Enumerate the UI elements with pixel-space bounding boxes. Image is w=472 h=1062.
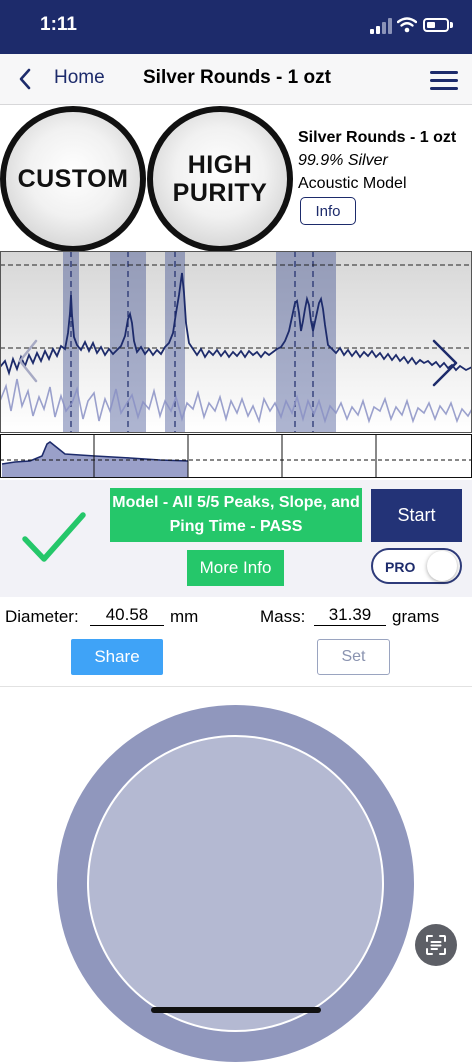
battery-icon — [423, 18, 449, 32]
pro-toggle[interactable]: PRO — [371, 548, 462, 584]
cellular-signal-icon — [370, 18, 392, 34]
menu-bar-top — [430, 71, 458, 74]
page-title: Silver Rounds - 1 ozt — [143, 67, 331, 88]
peak-window-4 — [276, 251, 296, 433]
pro-toggle-label: PRO — [385, 559, 416, 575]
wifi-icon — [397, 17, 417, 33]
menu-bar-middle — [430, 79, 458, 82]
diameter-unit: mm — [170, 607, 199, 626]
ping-time-graph — [0, 434, 472, 478]
coin-face — [87, 735, 384, 1032]
high-purity-badge-line1: HIGH — [187, 151, 253, 179]
frequency-spectrum-graph — [0, 251, 472, 433]
mass-unit: grams — [392, 607, 440, 626]
status-time: 1:11 — [40, 14, 77, 35]
hamburger-menu-icon[interactable] — [430, 71, 458, 91]
high-purity-badge: HIGH PURITY — [147, 106, 293, 252]
model-type: Acoustic Model — [298, 175, 407, 192]
result-banner: Model - All 5/5 Peaks, Slope, and Ping T… — [110, 488, 362, 542]
custom-badge-text: CUSTOM — [17, 165, 129, 193]
home-indicator — [151, 1007, 321, 1013]
custom-badge: CUSTOM — [0, 106, 146, 252]
mass-field[interactable]: 31.39 — [314, 605, 386, 626]
diameter-field[interactable]: 40.58 — [90, 605, 164, 626]
battery-tip — [450, 22, 453, 28]
back-home-link[interactable]: Home — [54, 67, 105, 89]
checkmark-icon — [22, 512, 86, 562]
info-button[interactable]: Info — [300, 197, 356, 225]
share-button[interactable]: Share — [71, 639, 163, 675]
more-info-button[interactable]: More Info — [187, 550, 284, 586]
mass-label: Mass: — [260, 607, 306, 626]
battery-level — [427, 22, 435, 28]
set-button[interactable]: Set — [317, 639, 390, 675]
text-scan-button[interactable] — [415, 924, 457, 966]
chevron-left-icon[interactable] — [18, 67, 32, 91]
start-button[interactable]: Start — [371, 489, 462, 542]
model-name: Silver Rounds - 1 ozt — [298, 129, 457, 146]
text-scan-icon — [426, 935, 446, 955]
section-divider — [0, 686, 472, 687]
pro-toggle-knob — [427, 551, 457, 581]
high-purity-badge-line2: PURITY — [172, 179, 268, 207]
menu-bar-bottom — [430, 87, 458, 90]
model-purity: 99.9% Silver — [298, 152, 388, 169]
diameter-label: Diameter: — [5, 607, 79, 626]
